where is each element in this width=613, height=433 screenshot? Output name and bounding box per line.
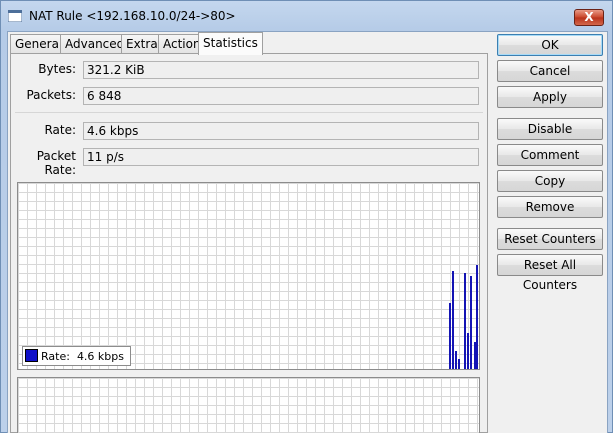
separator [15,112,483,113]
dialog-body: General Advanced Extra Action Statistics… [7,31,608,433]
disable-button[interactable]: Disable [497,118,603,140]
graph-bar [458,359,460,369]
reset-counters-button[interactable]: Reset Counters [497,228,603,250]
rate-label: Rate: [44,123,76,137]
graph-bar [449,303,451,369]
nat-rule-window: NAT Rule <192.168.10.0/24->80> X General… [0,0,613,433]
packet-rate-field: 11 p/s [83,148,479,166]
reset-all-counters-button[interactable]: Reset All Counters [497,254,603,292]
packet-rate-graph [17,377,480,433]
tab-advanced[interactable]: Advanced [60,34,130,54]
graph-legend: Rate: 4.6 kbps [22,346,131,366]
legend-value: 4.6 kbps [76,350,124,363]
graph-bar [464,273,466,369]
packets-label: Packets: [26,88,76,102]
bytes-label: Bytes: [38,62,76,76]
tab-extra[interactable]: Extra [121,34,163,54]
comment-button[interactable]: Comment [497,144,603,166]
graph-bar [467,333,469,369]
legend-swatch [25,349,38,362]
tab-general[interactable]: General [10,34,68,54]
graph-bar [470,276,472,369]
window-title: NAT Rule <192.168.10.0/24->80> [29,9,236,23]
apply-button[interactable]: Apply [497,86,603,108]
bytes-field: 321.2 KiB [83,61,479,79]
cancel-button[interactable]: Cancel [497,60,603,82]
graph-bar [452,271,454,369]
title-bar[interactable]: NAT Rule <192.168.10.0/24->80> X [1,1,612,31]
copy-button[interactable]: Copy [497,170,603,192]
remove-button[interactable]: Remove [497,196,603,218]
packets-field: 6 848 [83,87,479,105]
tab-statistics[interactable]: Statistics [198,32,263,55]
legend-label: Rate: [41,350,70,363]
rate-graph: Rate: 4.6 kbps [17,182,480,370]
rate-field: 4.6 kbps [83,122,479,140]
window-icon [8,10,22,22]
packet-rate-label: Packet Rate: [36,149,76,177]
statistics-panel: Bytes: 321.2 KiB Packets: 6 848 Rate: 4.… [10,53,488,433]
close-button[interactable]: X [574,9,604,26]
graph-bar [455,351,457,369]
graph-bar [476,265,478,369]
ok-button[interactable]: OK [497,34,603,56]
